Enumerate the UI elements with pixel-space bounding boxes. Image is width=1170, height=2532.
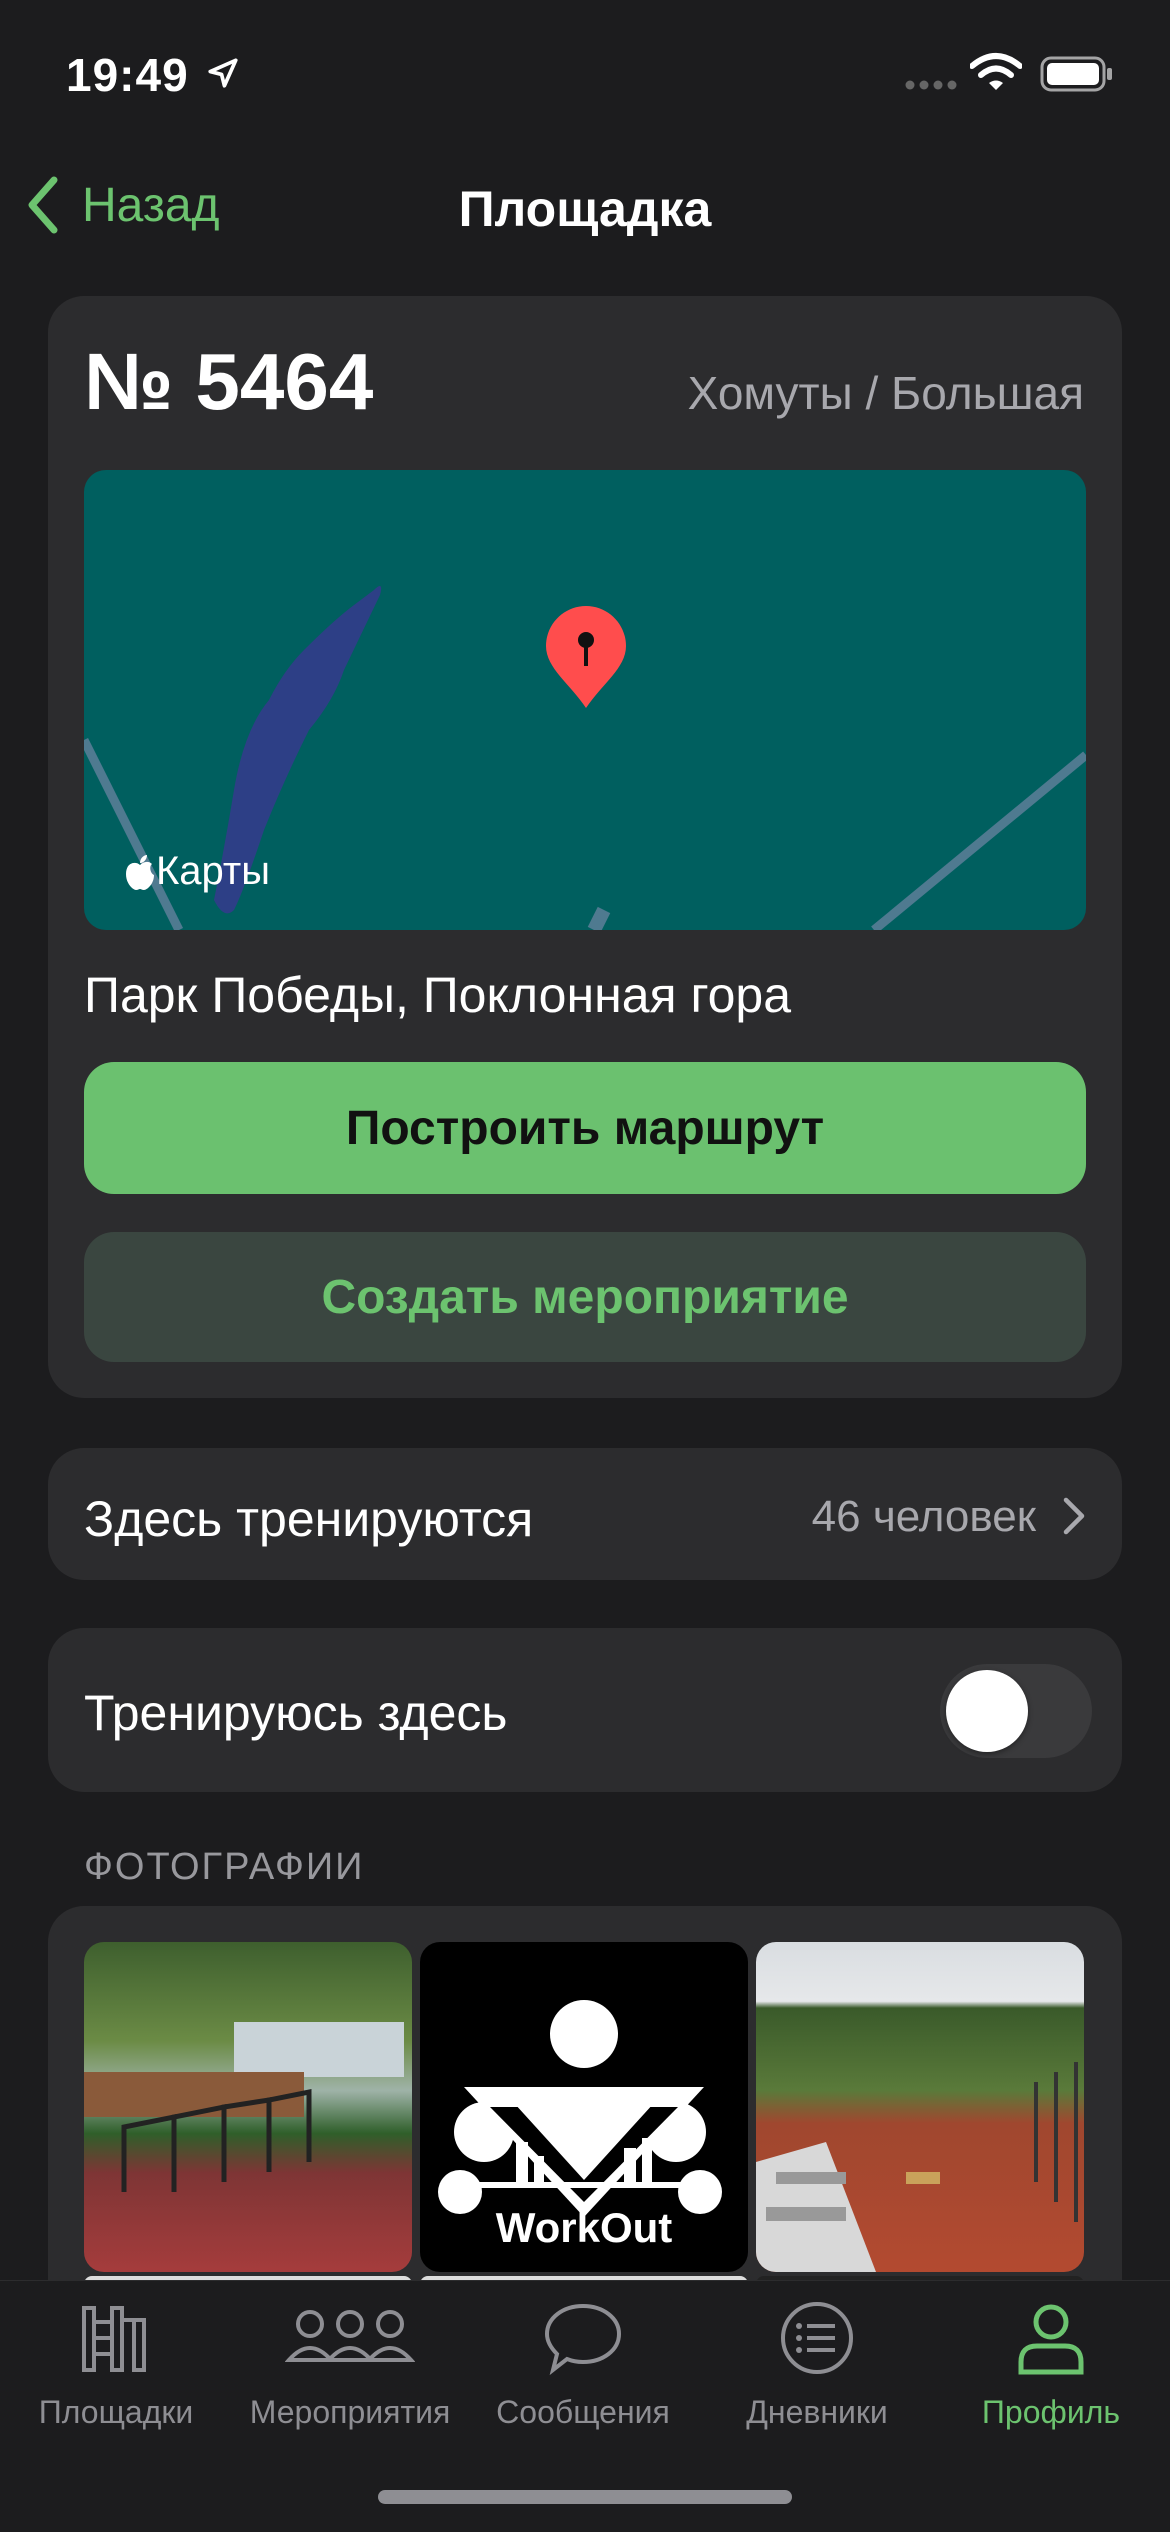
ladder-icon [82,2306,146,2372]
people-icon [285,2310,415,2362]
person-icon [1018,2304,1084,2375]
ground-category: Хомуты / Большая [687,367,1084,419]
workout-logo-text: WorkOut [496,2204,673,2251]
photo-thumbnail[interactable]: WorkOut [420,1942,748,2272]
build-route-button[interactable]: Построить маршрут [84,1062,1086,1194]
workout-logo-image: WorkOut [438,2000,722,2251]
photos-section-header: ФОТОГРАФИИ [84,1846,365,1888]
list-icon [781,2302,853,2374]
photo-thumbnail[interactable] [756,1942,1084,2272]
tab-label: Площадки [38,2394,194,2430]
photo-thumbnail[interactable] [84,1942,412,2272]
tab-grounds[interactable]: Площадки [1,2298,231,2431]
workout-park-photo [756,2062,1078,2272]
map-pin-icon[interactable] [542,602,630,712]
tab-messages[interactable]: Сообщения [468,2298,698,2431]
ground-number: № 5464 [84,337,374,426]
toggle-knob [946,1670,1028,1752]
chat-bubble-icon [544,2303,622,2376]
workout-ground-photo [84,2022,404,2192]
train-here-label: Тренируюсь здесь [84,1685,508,1741]
battery-icon [1040,56,1112,92]
tab-label: Мероприятия [249,2394,451,2430]
create-event-button[interactable]: Создать мероприятие [84,1232,1086,1362]
page-title: Площадка [458,181,712,237]
status-time: 19:49 [66,49,189,101]
tab-profile[interactable]: Профиль [936,2298,1166,2431]
ground-address: Парк Победы, Поклонная гора [84,967,792,1023]
training-here-label: Здесь тренируются [84,1491,534,1547]
chevron-right-icon [1063,1497,1085,1535]
location-arrow-icon [208,58,238,88]
train-here-toggle[interactable] [940,1664,1092,1758]
tab-label: Дневники [746,2394,888,2430]
tab-label: Сообщения [496,2394,670,2430]
cellular-signal-icon [905,80,957,90]
tab-diaries[interactable]: Дневники [702,2298,932,2431]
map-view[interactable]: Карты [84,470,1086,930]
apple-icon [126,854,154,890]
tab-label: Профиль [981,2394,1121,2430]
wifi-icon [970,53,1022,90]
tab-events[interactable]: Мероприятия [235,2298,465,2431]
apple-maps-logo: Карты [124,849,270,894]
home-indicator[interactable] [378,2490,792,2504]
maps-label: Карты [156,849,270,893]
training-here-count: 46 человек [811,1492,1036,1541]
